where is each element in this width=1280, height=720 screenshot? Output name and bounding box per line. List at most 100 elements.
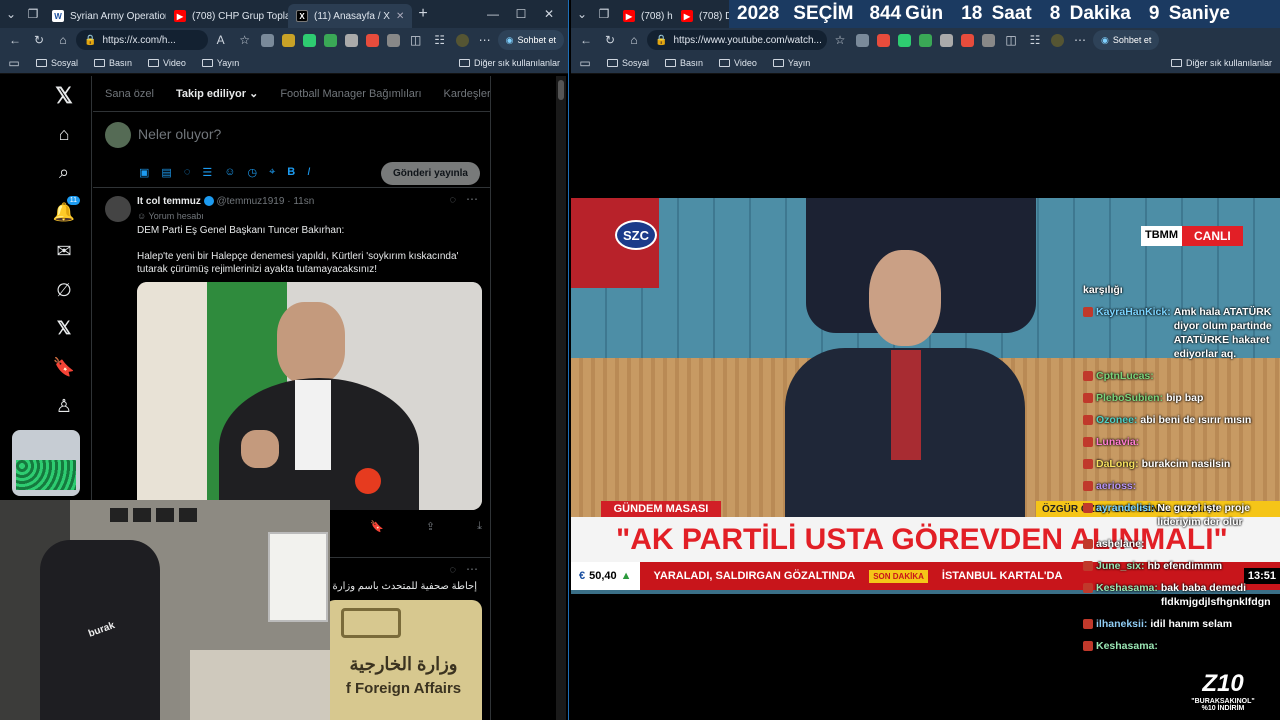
workspaces-icon[interactable]: ❐ bbox=[22, 7, 44, 21]
close-tab-icon[interactable]: ✕ bbox=[396, 11, 404, 22]
copilot-button[interactable]: ◉ Sohbet et bbox=[497, 30, 564, 50]
user-avatar[interactable] bbox=[105, 122, 131, 148]
compose-input[interactable]: Neler oluyor? bbox=[138, 126, 221, 142]
scrollbar-thumb[interactable] bbox=[558, 80, 564, 100]
tab-for-you[interactable]: Sana özel bbox=[105, 88, 154, 100]
tab-following[interactable]: Takip ediliyor ⌄ bbox=[176, 87, 258, 100]
maximize-icon[interactable]: ☐ bbox=[510, 7, 532, 21]
workspaces-icon[interactable]: ❐ bbox=[593, 7, 615, 21]
emoji-icon[interactable]: ☺ bbox=[224, 166, 235, 179]
read-aloud-icon[interactable]: A bbox=[210, 33, 232, 47]
extension-icon[interactable] bbox=[961, 33, 974, 47]
italic-icon[interactable]: I bbox=[307, 166, 310, 179]
grok-icon[interactable]: ∅ bbox=[52, 278, 76, 302]
bold-icon[interactable]: B bbox=[287, 166, 295, 179]
tweet-author-avatar[interactable] bbox=[105, 196, 131, 222]
refresh-icon[interactable]: ↻ bbox=[28, 33, 50, 47]
extension-icon[interactable] bbox=[919, 33, 932, 47]
tab-syrian-army[interactable]: W Syrian Army Operations bbox=[44, 4, 166, 28]
copilot-button[interactable]: ◉ Sohbet et bbox=[1093, 30, 1160, 50]
post-button[interactable]: Gönderi yayınla bbox=[380, 162, 480, 185]
more-menu-icon[interactable]: ⋯ bbox=[474, 33, 496, 47]
minimize-icon[interactable]: — bbox=[482, 7, 504, 21]
profile-icon[interactable]: ♙ bbox=[52, 394, 76, 418]
author-name[interactable]: It col temmuz bbox=[137, 196, 201, 207]
extension-icon[interactable] bbox=[281, 33, 295, 47]
messages-icon[interactable]: ✉ bbox=[52, 239, 76, 263]
extension-icon[interactable] bbox=[365, 33, 379, 47]
tab-actions-icon[interactable]: ⌄ bbox=[571, 7, 593, 21]
location-icon[interactable]: ⌖ bbox=[269, 166, 275, 179]
refresh-icon[interactable]: ↻ bbox=[599, 33, 621, 47]
collections-icon[interactable]: ☷ bbox=[429, 33, 451, 47]
split-screen-icon[interactable]: ◫ bbox=[405, 33, 427, 47]
collections-icon[interactable]: ☷ bbox=[1024, 33, 1046, 47]
grok-explain-icon[interactable]: ◌ bbox=[449, 564, 456, 576]
extension-icon[interactable] bbox=[302, 33, 316, 47]
new-tab-icon[interactable]: + bbox=[412, 5, 434, 23]
poll-icon[interactable]: ☰ bbox=[202, 166, 212, 179]
tab-chp-youtube[interactable]: ▶ (708) CHP Grup Toplantı bbox=[166, 4, 288, 28]
url-field[interactable]: 🔒 https://www.youtube.com/watch... bbox=[647, 30, 827, 50]
bookmark-folder-basin[interactable]: Basın bbox=[665, 58, 703, 68]
reading-list-icon[interactable]: ▭ bbox=[8, 56, 20, 70]
grok-compose-icon[interactable]: ◌ bbox=[184, 166, 191, 179]
extension-icon[interactable] bbox=[940, 33, 953, 47]
more-options-icon[interactable]: ⋯ bbox=[466, 562, 478, 576]
home-browser-icon[interactable]: ⌂ bbox=[52, 33, 74, 47]
profile-avatar-icon[interactable] bbox=[455, 33, 469, 47]
extension-icon[interactable] bbox=[260, 33, 274, 47]
bookmark-folder-sosyal[interactable]: Sosyal bbox=[607, 58, 649, 68]
more-options-icon[interactable]: ⋯ bbox=[466, 192, 478, 206]
split-screen-icon[interactable]: ◫ bbox=[1000, 33, 1022, 47]
extension-icon[interactable] bbox=[877, 33, 890, 47]
extension-icon[interactable] bbox=[344, 33, 358, 47]
gif-icon[interactable]: ▤ bbox=[161, 166, 171, 179]
favorite-star-icon[interactable]: ☆ bbox=[234, 33, 256, 47]
download-icon[interactable]: ⤓ bbox=[477, 520, 482, 533]
reading-list-icon[interactable]: ▭ bbox=[579, 56, 591, 70]
bookmark-folder-video[interactable]: Video bbox=[719, 58, 757, 68]
bookmark-action-icon[interactable]: 🔖 bbox=[370, 520, 384, 533]
extension-icon[interactable] bbox=[982, 33, 995, 47]
extension-icon[interactable] bbox=[323, 33, 337, 47]
page-scrollbar[interactable] bbox=[556, 76, 566, 720]
bookmark-folder-sosyal[interactable]: Sosyal bbox=[36, 58, 78, 68]
extension-icon[interactable] bbox=[898, 33, 911, 47]
bookmarks-icon[interactable]: 🔖 bbox=[52, 355, 76, 379]
home-icon[interactable]: ⌂ bbox=[52, 122, 76, 146]
tab-youtube-2[interactable]: ▶ (708) D bbox=[673, 4, 731, 28]
author-handle[interactable]: @temmuz1919 bbox=[216, 196, 284, 207]
favorite-star-icon[interactable]: ☆ bbox=[829, 33, 851, 47]
tab-actions-icon[interactable]: ⌄ bbox=[0, 7, 22, 21]
share-icon[interactable]: ⇪ bbox=[426, 520, 435, 533]
profile-avatar-icon[interactable] bbox=[1051, 33, 1064, 47]
bookmark-folder-basin[interactable]: Basın bbox=[94, 58, 132, 68]
premium-icon[interactable]: 𝕏 bbox=[52, 316, 76, 340]
x-logo-icon[interactable]: 𝕏 bbox=[52, 83, 76, 108]
notifications-icon[interactable]: 🔔 11 bbox=[52, 196, 80, 224]
bookmark-other-favorites[interactable]: Diğer sık kullanılanlar bbox=[1170, 58, 1272, 68]
close-window-icon[interactable]: ✕ bbox=[538, 7, 560, 21]
tab-kardesler[interactable]: Kardeşler Kıra bbox=[444, 88, 490, 100]
tab-youtube-1[interactable]: ▶ (708) h bbox=[615, 4, 673, 28]
tweet-time[interactable]: 11sn bbox=[293, 196, 314, 207]
grok-explain-icon[interactable]: ◌ bbox=[449, 194, 456, 206]
more-menu-icon[interactable]: ⋯ bbox=[1069, 33, 1091, 47]
tab-x-home[interactable]: X (11) Anasayfa / X ✕ bbox=[288, 4, 412, 28]
bookmark-folder-video[interactable]: Video bbox=[148, 58, 186, 68]
home-browser-icon[interactable]: ⌂ bbox=[623, 33, 645, 47]
bookmark-folder-yayin[interactable]: Yayın bbox=[772, 58, 810, 68]
extension-icon[interactable] bbox=[856, 33, 869, 47]
tweet-photo[interactable]: وزارة الخارجية f Foreign Affairs bbox=[325, 600, 482, 720]
url-field[interactable]: 🔒 https://x.com/h... bbox=[76, 30, 208, 50]
tweet-photo[interactable] bbox=[137, 282, 482, 510]
extension-icon[interactable] bbox=[386, 33, 400, 47]
bookmark-folder-yayin[interactable]: Yayın bbox=[201, 58, 239, 68]
schedule-icon[interactable]: ◷ bbox=[247, 166, 257, 179]
tab-football-manager[interactable]: Football Manager Bağımlıları bbox=[280, 88, 421, 100]
image-icon[interactable]: ▣ bbox=[139, 166, 149, 179]
search-icon[interactable]: ⌕ bbox=[52, 160, 76, 184]
back-icon[interactable]: ← bbox=[4, 33, 26, 47]
back-icon[interactable]: ← bbox=[575, 33, 597, 47]
